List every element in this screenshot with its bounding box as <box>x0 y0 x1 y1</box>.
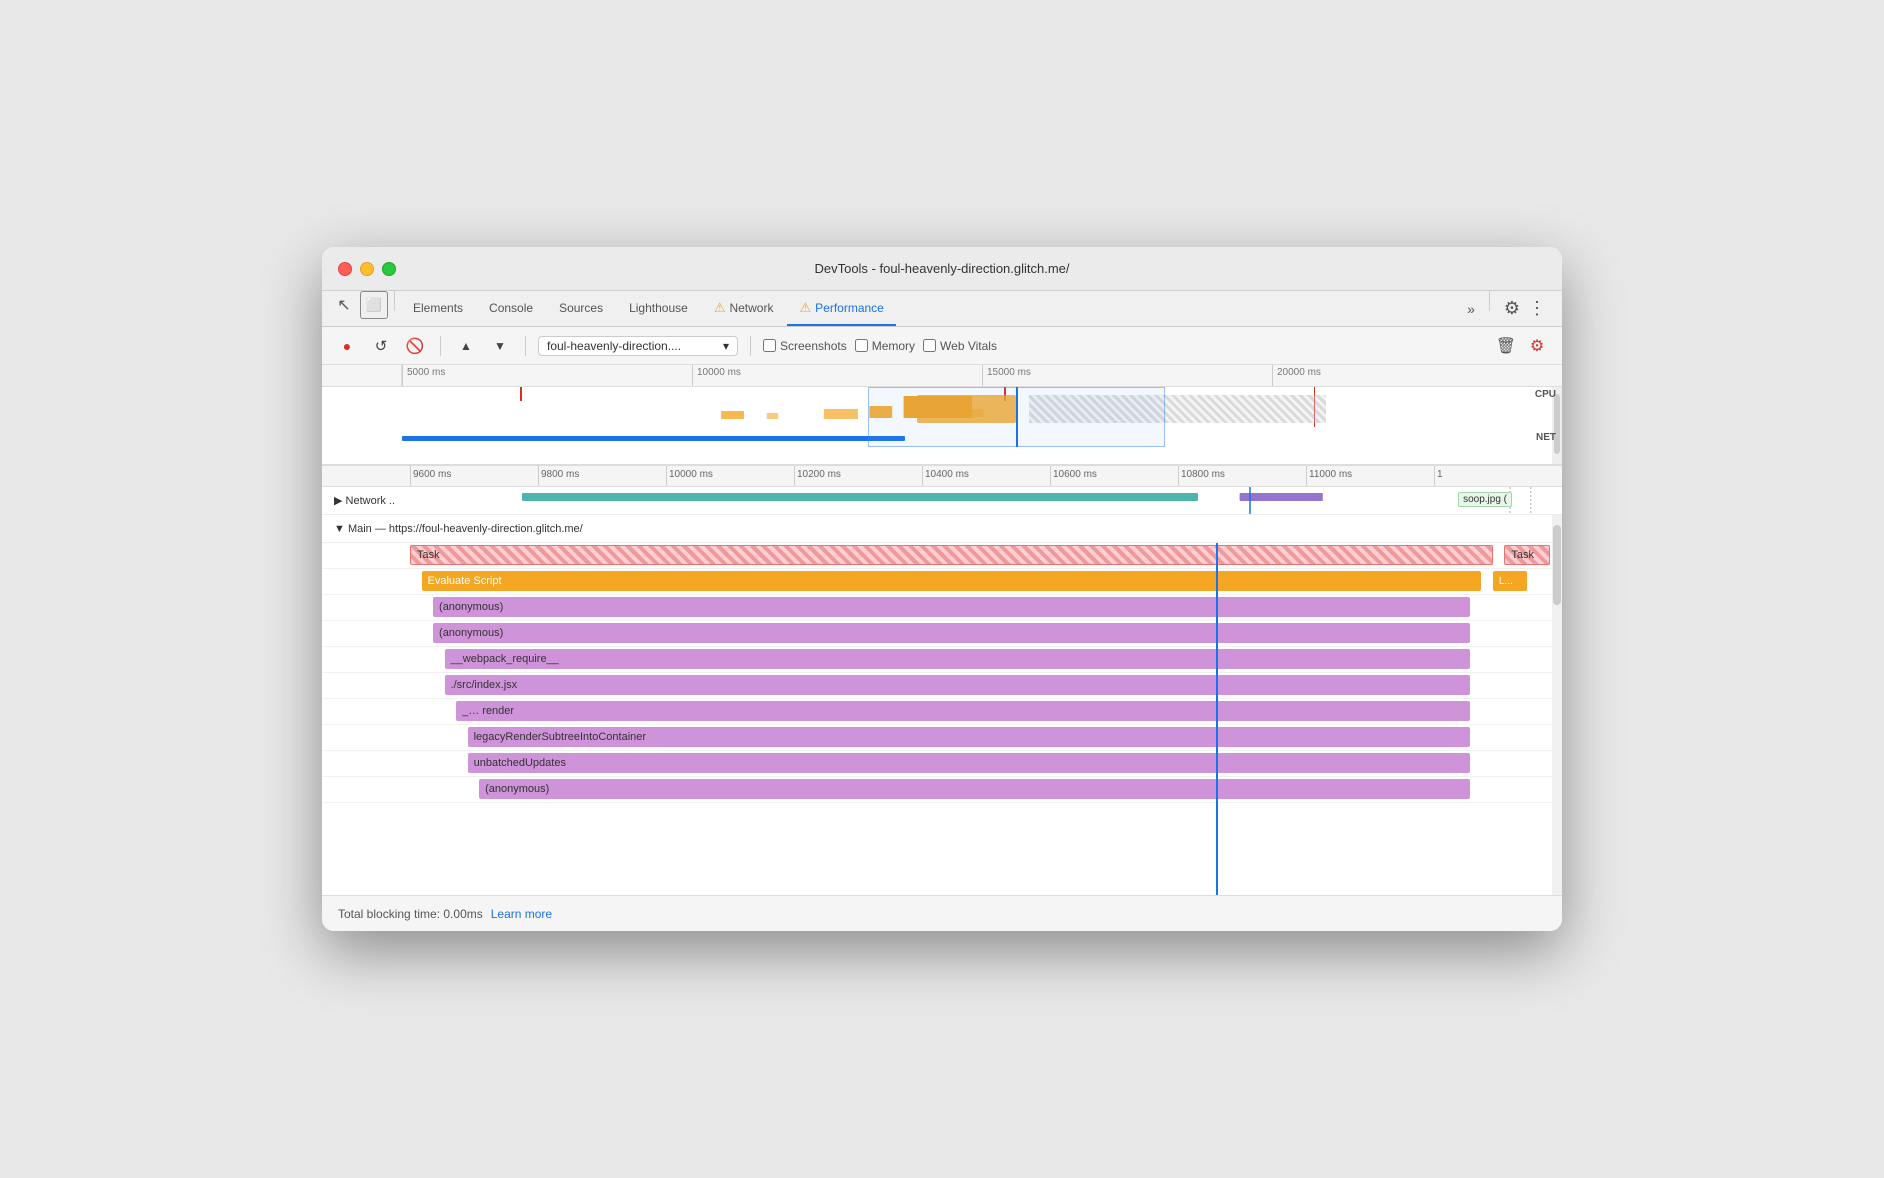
flame-row-render[interactable]: _… render <box>322 699 1562 725</box>
tab-network[interactable]: ⚠ Network <box>702 291 786 326</box>
devtools-inspect-icon[interactable]: ⬜ <box>360 291 388 319</box>
settings-area: ⚙ ⋮ <box>1496 291 1554 326</box>
download-button[interactable]: ▼ <box>487 333 513 359</box>
webpack-block[interactable]: __webpack_require__ <box>445 649 1470 669</box>
status-bar: Total blocking time: 0.00ms Learn more <box>322 895 1562 931</box>
tab-bar: ↖ ⬜ Elements Console Sources Lighthouse … <box>322 291 1562 327</box>
network-warn-icon: ⚠ <box>714 300 726 316</box>
zoom-tick-10000: 10000 ms <box>666 466 794 486</box>
ruler-tick-5000: 5000 ms <box>402 365 692 386</box>
zoom-tick-10600: 10600 ms <box>1050 466 1178 486</box>
network-label: ▶ Network .. <box>322 494 522 507</box>
close-button[interactable] <box>338 262 352 276</box>
learn-more-link[interactable]: Learn more <box>491 907 552 921</box>
memory-toggle[interactable]: Memory <box>855 339 915 353</box>
anon-block-1[interactable]: (anonymous) <box>433 597 1470 617</box>
flame-row-evaluate[interactable]: Evaluate Script L... <box>322 569 1562 595</box>
soop-label: soop.jpg ( <box>1458 492 1512 507</box>
zoom-tick-11000: 11000 ms <box>1306 466 1434 486</box>
legacy-block[interactable]: legacyRenderSubtreeIntoContainer <box>468 727 1470 747</box>
flame-chart-area: ▼ Main — https://foul-heavenly-direction… <box>322 515 1562 895</box>
task-block[interactable]: Task <box>410 545 1493 565</box>
scrollbar-thumb[interactable] <box>1554 394 1560 454</box>
url-selector[interactable]: foul-heavenly-direction.... ▾ <box>538 336 738 356</box>
upload-button[interactable]: ▲ <box>453 333 479 359</box>
src-block[interactable]: ./src/index.jsx <box>445 675 1470 695</box>
zoom-tick-10200: 10200 ms <box>794 466 922 486</box>
anon-block-3[interactable]: (anonymous) <box>479 779 1470 799</box>
evaluate-block-right[interactable]: L... <box>1493 571 1528 591</box>
network-row[interactable]: ▶ Network .. soop.jpg ( <box>322 487 1562 515</box>
reload-record-button[interactable]: ↺ <box>368 333 394 359</box>
more-options-icon[interactable]: ⋮ <box>1528 298 1546 319</box>
zoom-tick-10800: 10800 ms <box>1178 466 1306 486</box>
window-title: DevTools - foul-heavenly-direction.glitc… <box>814 261 1069 276</box>
flame-row-unbatched[interactable]: unbatchedUpdates <box>322 751 1562 777</box>
flame-row-anon-2[interactable]: (anonymous) <box>322 621 1562 647</box>
zoom-tick-end: 1 <box>1434 466 1562 486</box>
main-header: ▼ Main — https://foul-heavenly-direction… <box>322 515 1562 543</box>
perf-toolbar: ● ↺ 🚫 ▲ ▼ foul-heavenly-direction.... ▾ … <box>322 327 1562 365</box>
tab-console[interactable]: Console <box>477 291 545 326</box>
overview-cursor <box>1016 387 1018 447</box>
tab-performance[interactable]: ⚠ Performance <box>787 291 895 326</box>
unbatched-block[interactable]: unbatchedUpdates <box>468 753 1470 773</box>
dropdown-arrow-icon: ▾ <box>723 339 729 353</box>
render-block[interactable]: _… render <box>456 701 1470 721</box>
toolbar-sep-3 <box>750 336 751 356</box>
flame-row-anon-1[interactable]: (anonymous) <box>322 595 1562 621</box>
tab-sep-2 <box>1489 291 1490 311</box>
more-tabs-button[interactable]: » <box>1459 291 1483 326</box>
flame-scrollbar-thumb[interactable] <box>1553 525 1561 605</box>
flame-scrollbar[interactable] <box>1552 515 1562 895</box>
net-label: NET <box>1536 432 1556 443</box>
devtools-window: DevTools - foul-heavenly-direction.glitc… <box>322 247 1562 931</box>
tab-sources[interactable]: Sources <box>547 291 615 326</box>
flame-row-webpack[interactable]: __webpack_require__ <box>322 647 1562 673</box>
toolbar-sep-1 <box>440 336 441 356</box>
evaluate-block[interactable]: Evaluate Script <box>422 571 1482 591</box>
tab-lighthouse[interactable]: Lighthouse <box>617 291 700 326</box>
flame-row-task[interactable]: Task Task <box>322 543 1562 569</box>
maximize-button[interactable] <box>382 262 396 276</box>
task-block-right[interactable]: Task <box>1504 545 1550 565</box>
zoom-tick-10400: 10400 ms <box>922 466 1050 486</box>
network-bar-container: soop.jpg ( <box>522 487 1562 514</box>
traffic-lights <box>338 262 396 276</box>
ruler-tick-15000: 15000 ms <box>982 365 1272 386</box>
network-bars-svg <box>522 487 1562 514</box>
toolbar-sep-2 <box>525 336 526 356</box>
blocking-time-text: Total blocking time: 0.00ms <box>338 907 483 921</box>
timeline-ruler: 5000 ms 10000 ms 15000 ms 20000 ms <box>322 365 1562 387</box>
settings-icon[interactable]: ⚙ <box>1504 298 1520 319</box>
titlebar: DevTools - foul-heavenly-direction.glitc… <box>322 247 1562 291</box>
anon-block-2[interactable]: (anonymous) <box>433 623 1470 643</box>
ruler-tick-20000: 20000 ms <box>1272 365 1562 386</box>
cpu-label: CPU <box>1535 389 1556 400</box>
zoom-tick-9800: 9800 ms <box>538 466 666 486</box>
overview-blue-bar <box>402 436 905 441</box>
clear-button[interactable]: 🚫 <box>402 333 428 359</box>
zoom-tick-9600: 9600 ms <box>410 466 538 486</box>
flame-row-legacy[interactable]: legacyRenderSubtreeIntoContainer <box>322 725 1562 751</box>
tab-sep-1 <box>394 291 395 311</box>
trash-icon[interactable]: 🗑 <box>1496 336 1516 356</box>
ruler-tick-10000: 10000 ms <box>692 365 982 386</box>
flame-row-src[interactable]: ./src/index.jsx <box>322 673 1562 699</box>
webvitals-toggle[interactable]: Web Vitals <box>923 339 997 353</box>
performance-warn-icon: ⚠ <box>799 300 811 316</box>
minimize-button[interactable] <box>360 262 374 276</box>
record-button[interactable]: ● <box>334 333 360 359</box>
timeline-overview-area[interactable]: 5000 ms 10000 ms 15000 ms 20000 ms CPU N… <box>322 365 1562 465</box>
screenshots-toggle[interactable]: Screenshots <box>763 339 847 353</box>
tab-elements[interactable]: Elements <box>401 291 475 326</box>
zoom-ruler: 9600 ms 9800 ms 10000 ms 10200 ms 10400 … <box>322 465 1562 487</box>
flame-row-anon-3[interactable]: (anonymous) <box>322 777 1562 803</box>
gear-red-icon[interactable]: ⚙ <box>1524 333 1550 359</box>
flame-cursor <box>1216 543 1218 895</box>
devtools-cursor-icon[interactable]: ↖ <box>330 291 358 319</box>
